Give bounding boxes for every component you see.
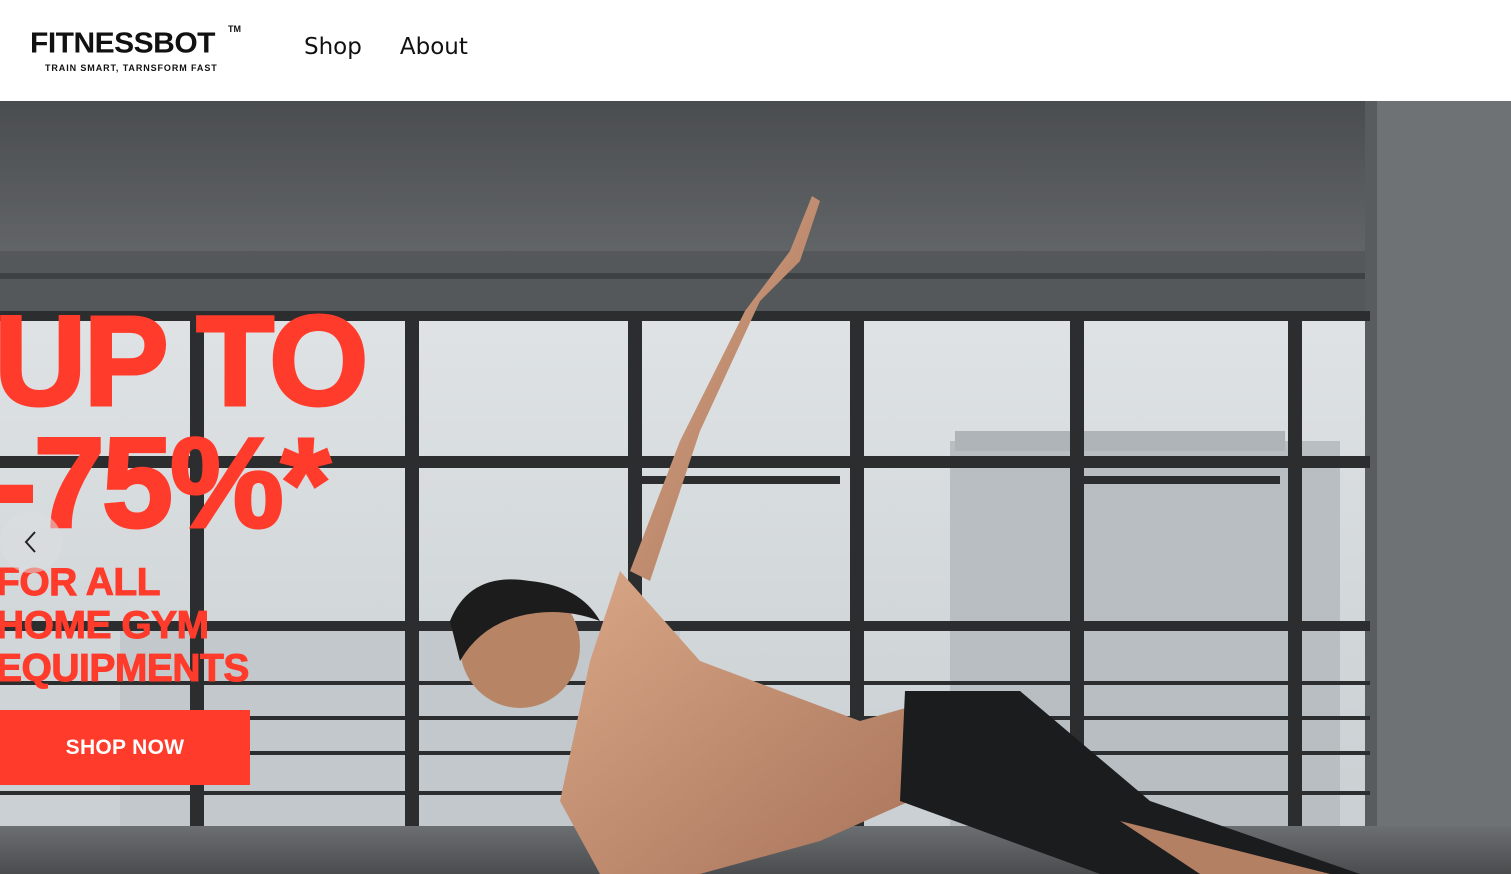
main-nav: Shop About — [304, 30, 468, 64]
chevron-left-icon — [24, 531, 36, 553]
hero-subline-line3: EQUIPMENTS — [0, 647, 250, 691]
nav-about-link[interactable]: About — [400, 30, 468, 64]
logo-trademark: TM — [228, 24, 241, 34]
hero-banner: UP TO -75%* FOR ALL HOME GYM EQUIPMENTS … — [0, 101, 1511, 874]
logo-tagline: TRAIN SMART, TARNSFORM FAST — [45, 63, 218, 73]
hero-headline-line1: UP TO — [0, 290, 370, 433]
shop-now-button[interactable]: SHOP NOW — [0, 710, 250, 785]
hero-subline-line2: HOME GYM — [0, 604, 210, 648]
logo-name: FITNESSBOT — [30, 28, 216, 60]
nav-shop-link[interactable]: Shop — [304, 30, 362, 64]
carousel-prev-button[interactable] — [0, 511, 62, 573]
site-header: FITNESSBOT TM TRAIN SMART, TARNSFORM FAS… — [0, 0, 1511, 101]
hero-subheadline: FOR ALL HOME GYM EQUIPMENTS — [0, 561, 250, 691]
logo[interactable]: FITNESSBOT TM TRAIN SMART, TARNSFORM FAS… — [30, 22, 245, 78]
hero-headline: UP TO -75%* — [0, 290, 370, 549]
